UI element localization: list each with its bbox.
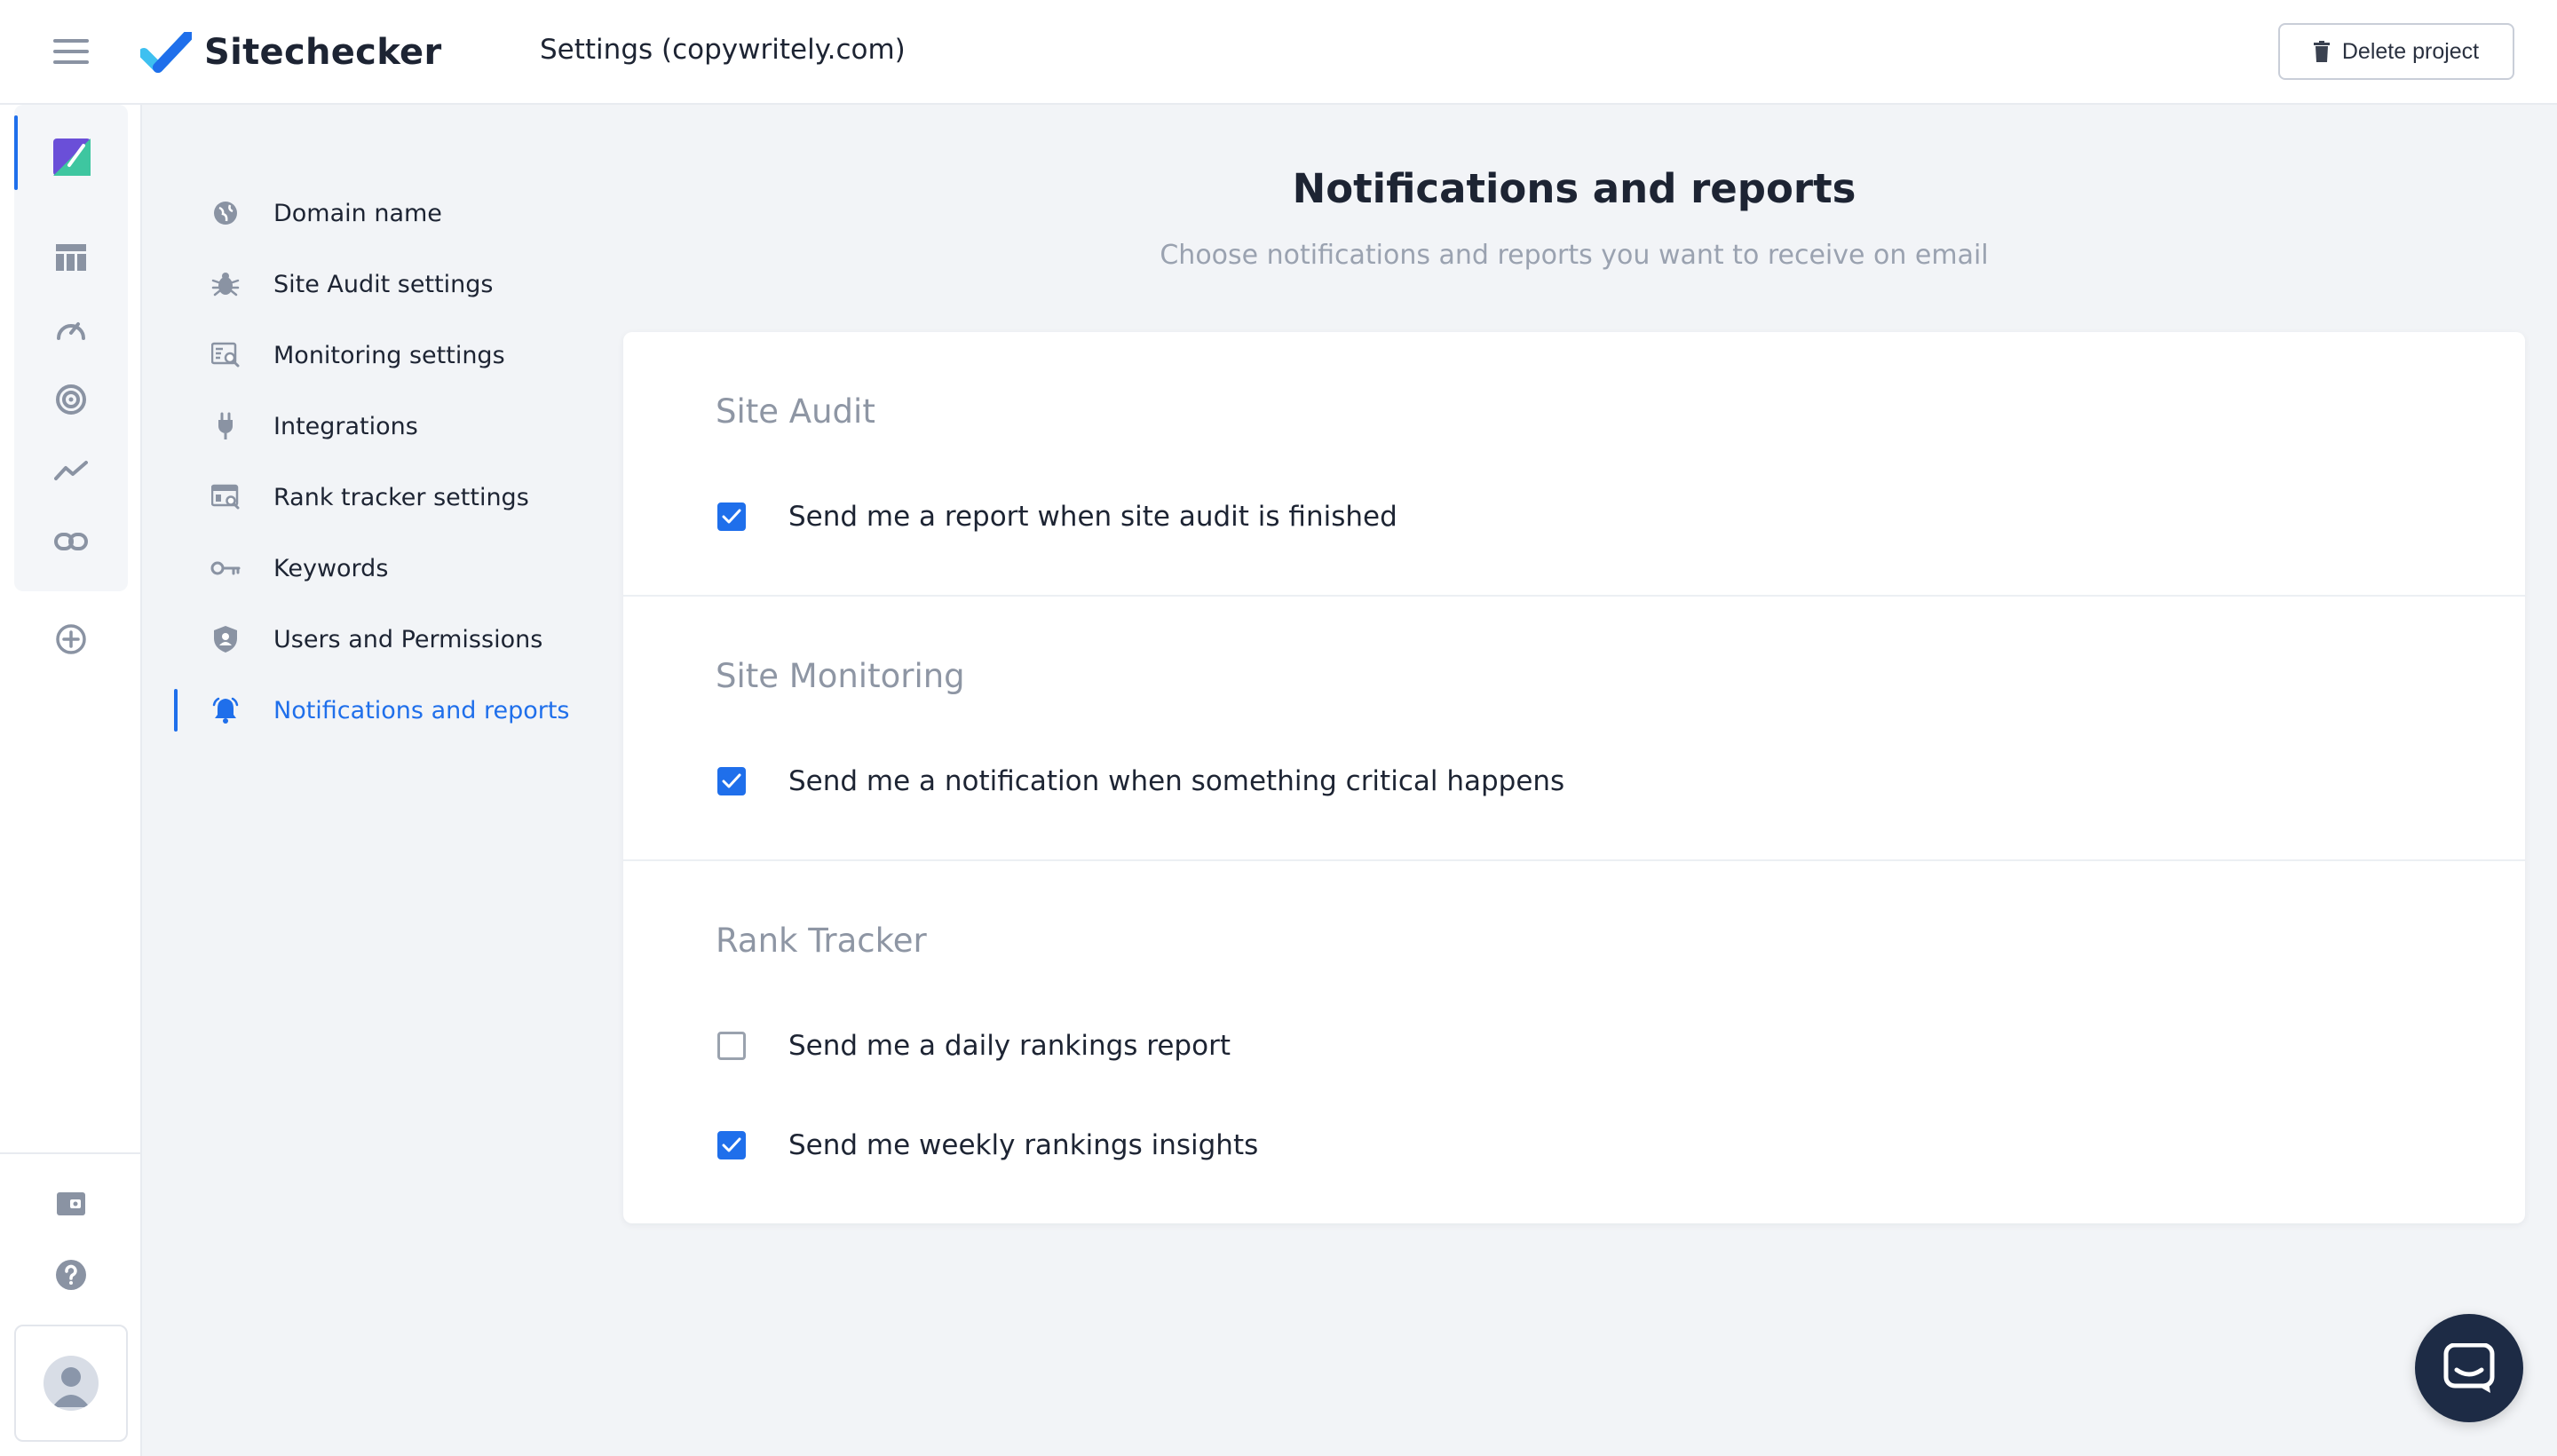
bell-icon	[210, 694, 241, 726]
option-daily-rankings-report[interactable]: Send me a daily rankings report	[717, 1030, 1231, 1062]
monitor-search-icon	[210, 339, 241, 371]
trend-line-icon[interactable]	[53, 453, 89, 488]
nav-label: Keywords	[273, 554, 389, 582]
nav-label: Domain name	[273, 199, 442, 227]
nav-label: Rank tracker settings	[273, 483, 529, 511]
radar-icon[interactable]	[53, 382, 89, 417]
table-search-icon	[210, 481, 241, 513]
main-subtitle: Choose notifications and reports you wan…	[1160, 240, 1989, 271]
wallet-icon[interactable]	[53, 1186, 89, 1222]
option-label: Send me weekly rankings insights	[788, 1129, 1259, 1161]
nav-item-site-audit-settings[interactable]: Site Audit settings	[174, 249, 600, 320]
section-title: Site Audit	[716, 392, 875, 431]
option-label: Send me a report when site audit is fini…	[788, 501, 1397, 533]
nav-item-notifications-and-reports[interactable]: Notifications and reports	[174, 675, 600, 746]
notifications-card: Site Audit Send me a report when site au…	[623, 332, 2525, 1223]
shield-user-icon	[210, 623, 241, 655]
add-project-icon[interactable]	[53, 621, 89, 657]
project-app-icon[interactable]	[53, 138, 91, 176]
rail-divider	[0, 1152, 142, 1154]
left-rail	[0, 105, 142, 1456]
option-label: Send me a daily rankings report	[788, 1030, 1231, 1062]
checkbox[interactable]	[717, 502, 746, 531]
section-title: Site Monitoring	[716, 657, 965, 695]
delete-project-label: Delete project	[2341, 38, 2480, 64]
main-title: Notifications and reports	[1292, 165, 1856, 212]
menu-icon[interactable]	[53, 39, 89, 66]
option-label: Send me a notification when something cr…	[788, 765, 1565, 797]
rail-active-indicator	[14, 115, 18, 190]
checkmark-logo-icon	[140, 32, 192, 73]
settings-nav: Domain name Site Audit settings Monitori…	[174, 178, 600, 746]
nav-item-users-and-permissions[interactable]: Users and Permissions	[174, 604, 600, 675]
speedometer-icon[interactable]	[53, 311, 89, 346]
checkbox[interactable]	[717, 767, 746, 795]
section-rank-tracker: Rank Tracker Send me a daily rankings re…	[623, 861, 2525, 1223]
plug-icon	[210, 410, 241, 442]
help-icon[interactable]	[53, 1257, 89, 1293]
option-critical-notification[interactable]: Send me a notification when something cr…	[717, 765, 1564, 797]
bug-icon	[210, 268, 241, 300]
key-icon	[210, 552, 241, 584]
nav-item-monitoring-settings[interactable]: Monitoring settings	[174, 320, 600, 391]
check-icon	[722, 509, 741, 524]
nav-item-domain-name[interactable]: Domain name	[174, 178, 600, 249]
checkbox[interactable]	[717, 1131, 746, 1159]
nav-label: Integrations	[273, 412, 418, 440]
option-site-audit-finished[interactable]: Send me a report when site audit is fini…	[717, 501, 1397, 533]
section-site-monitoring: Site Monitoring Send me a notification w…	[623, 597, 2525, 861]
check-icon	[722, 773, 741, 788]
link-icon[interactable]	[53, 524, 89, 559]
nav-label: Users and Permissions	[273, 625, 543, 653]
nav-item-integrations[interactable]: Integrations	[174, 391, 600, 462]
nav-label: Monitoring settings	[273, 341, 505, 369]
section-title: Rank Tracker	[716, 922, 927, 960]
globe-icon	[210, 197, 241, 229]
section-site-audit: Site Audit Send me a report when site au…	[623, 332, 2525, 597]
user-avatar-button[interactable]	[14, 1325, 128, 1442]
nav-item-rank-tracker-settings[interactable]: Rank tracker settings	[174, 462, 600, 533]
avatar-icon	[44, 1356, 99, 1411]
nav-label: Site Audit settings	[273, 270, 494, 298]
rail-project-group	[14, 105, 128, 591]
page-title: Settings (copywritely.com)	[540, 34, 906, 66]
delete-project-button[interactable]: Delete project	[2278, 23, 2514, 80]
trash-icon	[2313, 41, 2330, 62]
chat-widget-button[interactable]	[2415, 1314, 2523, 1422]
checkbox[interactable]	[717, 1032, 746, 1060]
nav-label: Notifications and reports	[273, 696, 570, 724]
option-weekly-rankings-insights[interactable]: Send me weekly rankings insights	[717, 1129, 1258, 1161]
top-header: Sitechecker Settings (copywritely.com) D…	[0, 0, 2557, 105]
chat-icon	[2443, 1343, 2495, 1393]
check-icon	[722, 1137, 741, 1152]
dashboard-table-icon[interactable]	[53, 240, 89, 275]
brand-name: Sitechecker	[204, 32, 442, 73]
brand-logo[interactable]: Sitechecker	[140, 32, 441, 73]
nav-item-keywords[interactable]: Keywords	[174, 533, 600, 604]
